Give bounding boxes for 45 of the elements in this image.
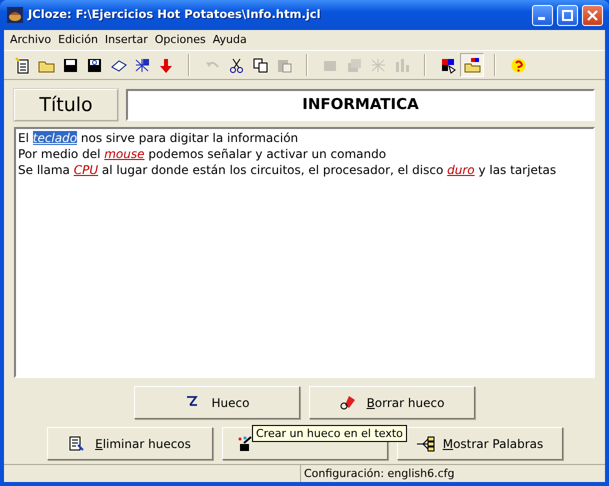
tree-icon xyxy=(416,435,435,452)
text-line: al lugar donde están los circuitos, el procesador, el disco xyxy=(100,163,444,177)
menu-item[interactable]: Insertar xyxy=(102,32,151,48)
remove-gaps-button[interactable]: Eliminar huecos xyxy=(46,427,212,460)
text-editor[interactable]: El teclado nos sirve para digitar la información Por medio del mouse podemos señalar y activar un comando Se llama CPU al lugar donde están los circuitos, el procesador, el disco duro y las tarjetas xyxy=(14,127,595,378)
text-line: Por medio del xyxy=(18,147,102,161)
text-line: Se llama xyxy=(18,163,71,177)
text-line: y las tarjetas xyxy=(477,163,556,177)
minimize-button[interactable] xyxy=(532,4,553,26)
text-line: El xyxy=(18,131,30,145)
minimize-icon xyxy=(538,17,544,20)
menu-item[interactable]: Archivo xyxy=(7,32,54,48)
save-as-icon xyxy=(86,56,102,74)
clear-gap-button[interactable]: Borrar hueco xyxy=(309,386,475,419)
layers-icon xyxy=(346,56,362,74)
gap-word[interactable]: CPU xyxy=(74,163,98,177)
save-icon xyxy=(62,56,78,74)
app-icon xyxy=(6,6,24,24)
gap-word[interactable]: duro xyxy=(447,163,475,177)
title-label: Título xyxy=(14,89,118,121)
copy-icon xyxy=(252,56,268,74)
title-field[interactable]: INFORMATICA xyxy=(126,89,595,121)
help-icon xyxy=(510,56,526,74)
folder-icon xyxy=(464,56,480,74)
chart-icon xyxy=(394,56,410,74)
maximize-icon xyxy=(562,10,573,20)
menu-item[interactable]: Ayuda xyxy=(210,32,250,48)
close-button[interactable] xyxy=(582,4,603,26)
menu-item[interactable]: Opciones xyxy=(152,32,209,48)
status-text: Configuración: english6.cfg xyxy=(300,465,605,482)
new-file-icon xyxy=(14,56,30,74)
tooltip: Crear un hueco en el texto xyxy=(252,425,407,442)
gap-button[interactable]: Hueco xyxy=(134,386,300,419)
palette-icon xyxy=(440,56,456,74)
scissors-icon xyxy=(228,56,244,74)
gap-word[interactable]: mouse xyxy=(104,147,145,161)
close-icon xyxy=(587,10,598,20)
text-line: podemos señalar y activar un comando xyxy=(147,147,386,161)
menu-item[interactable]: Edición xyxy=(55,32,101,48)
text-line: nos sirve para digitar la información xyxy=(80,131,298,145)
down-arrow-icon xyxy=(158,56,174,74)
window-title: JCloze: F:\Ejercicios Hot Potatoes\Info.htm.jcl xyxy=(28,6,322,24)
gap-word[interactable]: teclado xyxy=(32,131,78,145)
toolbar-button[interactable] xyxy=(460,53,484,77)
maximize-button[interactable] xyxy=(557,4,578,26)
